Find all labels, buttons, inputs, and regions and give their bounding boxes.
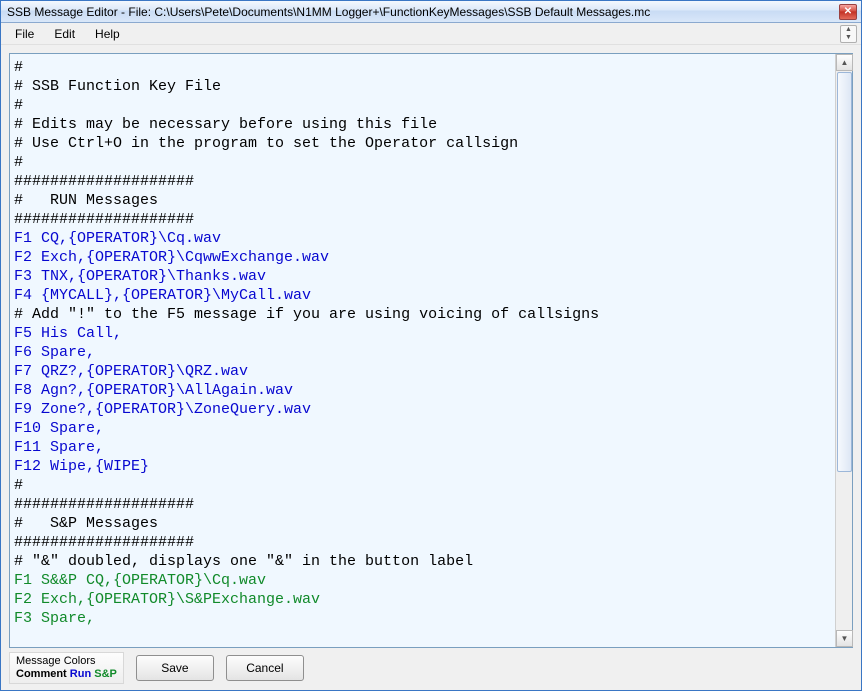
legend-title: Message Colors (16, 655, 117, 668)
editor-line[interactable]: # (14, 96, 835, 115)
editor-line[interactable]: F7 QRZ?,{OPERATOR}\QRZ.wav (14, 362, 835, 381)
chevron-down-icon: ▼ (841, 34, 856, 42)
editor-frame: ## SSB Function Key File## Edits may be … (9, 53, 853, 648)
close-icon: ✕ (844, 7, 852, 17)
bottombar: Message Colors Comment Run S&P Save Canc… (1, 648, 861, 690)
menu-help[interactable]: Help (85, 25, 130, 43)
content-area: ## SSB Function Key File## Edits may be … (1, 45, 861, 648)
app-window: SSB Message Editor - File: C:\Users\Pete… (0, 0, 862, 691)
editor-line[interactable]: F10 Spare, (14, 419, 835, 438)
scrollbar-thumb[interactable] (837, 72, 852, 472)
editor-line[interactable]: # (14, 153, 835, 172)
cancel-button[interactable]: Cancel (226, 655, 304, 681)
editor-line[interactable]: F11 Spare, (14, 438, 835, 457)
editor-line[interactable]: F1 S&&P CQ,{OPERATOR}\Cq.wav (14, 571, 835, 590)
editor-line[interactable]: F2 Exch,{OPERATOR}\CqwwExchange.wav (14, 248, 835, 267)
editor-line[interactable]: F4 {MYCALL},{OPERATOR}\MyCall.wav (14, 286, 835, 305)
editor-line[interactable]: #################### (14, 495, 835, 514)
toolbar-scroll[interactable]: ▲ ▼ (840, 25, 857, 43)
legend-run: Run (70, 668, 91, 680)
scroll-up-button[interactable]: ▲ (836, 54, 853, 71)
editor-line[interactable]: #################### (14, 210, 835, 229)
editor-line[interactable]: # (14, 58, 835, 77)
menu-file[interactable]: File (5, 25, 44, 43)
editor-line[interactable]: # Add "!" to the F5 message if you are u… (14, 305, 835, 324)
editor-line[interactable]: F3 Spare, (14, 609, 835, 628)
editor-line[interactable]: F3 TNX,{OPERATOR}\Thanks.wav (14, 267, 835, 286)
legend-comment: Comment (16, 668, 67, 680)
editor-line[interactable]: #################### (14, 172, 835, 191)
menubar: File Edit Help ▲ ▼ (1, 23, 861, 45)
save-button[interactable]: Save (136, 655, 214, 681)
color-legend: Message Colors Comment Run S&P (9, 652, 124, 684)
editor-line[interactable]: # S&P Messages (14, 514, 835, 533)
menu-edit[interactable]: Edit (44, 25, 85, 43)
window-title: SSB Message Editor - File: C:\Users\Pete… (7, 5, 839, 19)
editor-line[interactable]: # (14, 476, 835, 495)
close-button[interactable]: ✕ (839, 4, 857, 20)
editor-line[interactable]: F5 His Call, (14, 324, 835, 343)
editor-line[interactable]: # Use Ctrl+O in the program to set the O… (14, 134, 835, 153)
vertical-scrollbar[interactable]: ▲ ▼ (835, 54, 852, 647)
editor-line[interactable]: #################### (14, 533, 835, 552)
editor-line[interactable]: F1 CQ,{OPERATOR}\Cq.wav (14, 229, 835, 248)
editor-line[interactable]: F8 Agn?,{OPERATOR}\AllAgain.wav (14, 381, 835, 400)
editor-line[interactable]: # RUN Messages (14, 191, 835, 210)
editor-line[interactable]: # SSB Function Key File (14, 77, 835, 96)
editor-line[interactable]: # Edits may be necessary before using th… (14, 115, 835, 134)
editor-line[interactable]: # "&" doubled, displays one "&" in the b… (14, 552, 835, 571)
legend-sp: S&P (94, 668, 117, 680)
titlebar: SSB Message Editor - File: C:\Users\Pete… (1, 1, 861, 23)
chevron-up-icon: ▲ (841, 26, 856, 34)
editor-line[interactable]: F6 Spare, (14, 343, 835, 362)
editor-line[interactable]: F9 Zone?,{OPERATOR}\ZoneQuery.wav (14, 400, 835, 419)
editor-line[interactable]: F2 Exch,{OPERATOR}\S&PExchange.wav (14, 590, 835, 609)
scroll-down-button[interactable]: ▼ (836, 630, 853, 647)
editor-textarea[interactable]: ## SSB Function Key File## Edits may be … (10, 54, 835, 647)
editor-line[interactable]: F12 Wipe,{WIPE} (14, 457, 835, 476)
